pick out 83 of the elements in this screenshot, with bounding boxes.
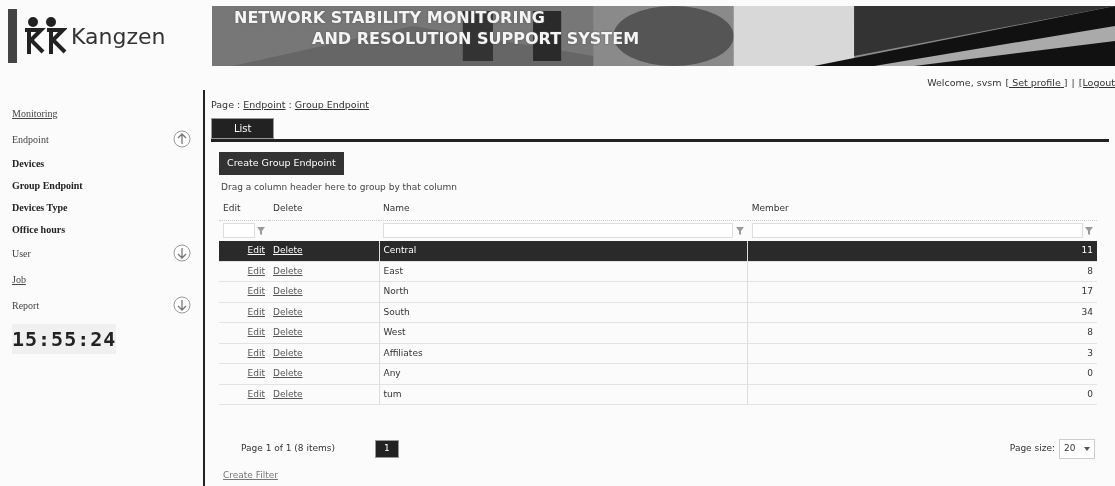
create-button[interactable]: Create Group Endpoint	[219, 152, 344, 175]
logo-text: Kangzen	[71, 22, 166, 51]
delete-link[interactable]: Delete	[273, 327, 303, 337]
separator-text: |	[1071, 75, 1075, 90]
table-row[interactable]: Edit Delete Central 11	[219, 240, 1097, 261]
table-cell: West	[383, 327, 406, 337]
edit-link[interactable]: Edit	[247, 286, 265, 296]
delete-link[interactable]: Delete	[273, 368, 303, 378]
pager-summary: Page 1 of 1 (8 items)	[241, 442, 335, 455]
edit-link[interactable]: Edit	[247, 265, 265, 276]
delete-link[interactable]: Delete	[273, 286, 303, 296]
edit-link[interactable]: Edit	[247, 244, 265, 255]
edit-link[interactable]: Edit	[247, 388, 265, 399]
sidebar-item[interactable]: Report	[12, 297, 40, 313]
delete-link[interactable]: Delete	[273, 388, 303, 399]
sidebar-subitem[interactable]: Devices Type	[12, 199, 68, 215]
table-row[interactable]: Edit Delete North 17	[219, 281, 1097, 302]
page-size-label: Page size:	[1009, 442, 1055, 455]
delete-link[interactable]: Delete	[273, 306, 303, 317]
expand-down-icon[interactable]	[173, 244, 191, 262]
sidebar-item[interactable]: Endpoint	[12, 131, 49, 147]
column-header[interactable]: Name	[383, 203, 410, 213]
filter-icon[interactable]	[257, 226, 265, 235]
table-cell: 0	[1087, 368, 1093, 378]
table-row[interactable]: Edit Delete Affiliates 3	[219, 343, 1097, 364]
group-hint-text: Drag a column header here to group by that column	[221, 180, 458, 194]
welcome-text: Welcome, svsm	[927, 75, 1002, 90]
table-row[interactable]: Edit Delete tum 0	[219, 384, 1097, 405]
table-cell: Any	[383, 368, 401, 378]
edit-link[interactable]: Edit	[247, 347, 265, 358]
filter-icon[interactable]	[1085, 226, 1093, 235]
sidebar-item[interactable]: Job	[12, 271, 26, 287]
table-cell: Central	[383, 244, 417, 255]
clock-text: 15:55:24	[12, 324, 117, 354]
table-cell: 34	[1081, 306, 1093, 317]
sidebar-subitem[interactable]: Group Endpoint	[12, 177, 83, 193]
sidebar-item[interactable]: User	[12, 245, 31, 261]
edit-link[interactable]: Edit	[247, 306, 265, 317]
table-row[interactable]: Edit Delete Any 0	[219, 363, 1097, 384]
create-filter-link[interactable]: Create Filter	[223, 469, 279, 480]
table-row[interactable]: Edit Delete South 34	[219, 302, 1097, 323]
table-cell: Affiliates	[383, 347, 423, 358]
user-link[interactable]: [ Set profile ]	[1005, 75, 1068, 90]
user-link[interactable]: [Logout	[1078, 75, 1115, 90]
page-button[interactable]: 1	[375, 440, 399, 458]
edit-link[interactable]: Edit	[247, 327, 265, 337]
breadcrumb-label: Page :	[211, 99, 241, 110]
table-row[interactable]: Edit Delete East 8	[219, 261, 1097, 282]
tab[interactable]: List	[211, 118, 275, 140]
table-cell: 17	[1081, 286, 1093, 296]
table-cell: 0	[1087, 388, 1093, 399]
edit-link[interactable]: Edit	[247, 368, 265, 378]
table-cell: North	[383, 286, 409, 296]
breadcrumb-link[interactable]: Endpoint	[243, 99, 286, 110]
table-cell: 11	[1081, 244, 1093, 255]
sidebar-subitem[interactable]: Devices	[12, 155, 45, 171]
table-cell: South	[383, 306, 410, 317]
filter-field[interactable]	[383, 223, 734, 238]
delete-link[interactable]: Delete	[273, 347, 303, 358]
table-cell: 3	[1087, 347, 1093, 358]
table-cell: 8	[1087, 327, 1093, 337]
table-cell: tum	[383, 388, 402, 399]
filter-field[interactable]	[223, 223, 255, 238]
filter-field[interactable]	[751, 223, 1083, 238]
filter-icon[interactable]	[735, 226, 744, 235]
delete-link[interactable]: Delete	[273, 265, 303, 276]
expand-down-icon[interactable]	[173, 296, 191, 314]
delete-link[interactable]: Delete	[273, 244, 303, 255]
table-cell: 8	[1087, 265, 1093, 276]
page-size-select[interactable]: 20	[1059, 439, 1095, 459]
sidebar-subitem[interactable]: Office hours	[12, 221, 66, 237]
column-header[interactable]: Member	[751, 203, 789, 213]
sidebar-item[interactable]: Monitoring	[12, 105, 58, 121]
banner-title: AND RESOLUTION SUPPORT SYSTEM	[312, 29, 640, 49]
table-cell: East	[383, 265, 403, 276]
column-header[interactable]: Delete	[273, 203, 303, 213]
table-row[interactable]: Edit Delete West 8	[219, 322, 1097, 343]
breadcrumb-link[interactable]: Group Endpoint	[294, 99, 370, 110]
expand-up-icon[interactable]	[173, 130, 191, 148]
column-header[interactable]: Edit	[223, 203, 241, 213]
caret-icon	[1084, 446, 1090, 451]
breadcrumb-separator: :	[288, 99, 292, 110]
logo-bar	[8, 9, 17, 63]
